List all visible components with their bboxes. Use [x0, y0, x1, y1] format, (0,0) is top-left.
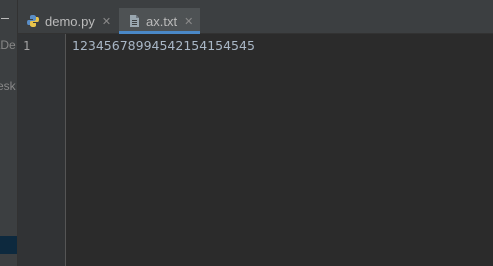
close-icon[interactable]: ✕: [184, 15, 193, 28]
tab-label: ax.txt: [146, 13, 178, 29]
tab-demo-py[interactable]: demo.py ✕: [18, 8, 118, 34]
project-tree-item[interactable]: \De: [0, 38, 16, 52]
project-tree-selected-row[interactable]: [0, 236, 17, 254]
project-tree-item[interactable]: esk: [0, 79, 16, 93]
line-number-gutter[interactable]: 1: [18, 34, 66, 266]
project-panel[interactable]: \De esk: [0, 0, 17, 266]
text-editor[interactable]: 12345678994542154154545: [66, 34, 493, 266]
ide-window: \De esk demo.py ✕: [0, 0, 493, 266]
collapse-icon[interactable]: [1, 18, 9, 19]
tab-label: demo.py: [45, 13, 95, 29]
code-line[interactable]: 12345678994542154154545: [72, 38, 255, 53]
text-file-icon: [127, 14, 141, 28]
editor-tab-bar: demo.py ✕ ax.txt ✕: [18, 0, 493, 34]
tab-ax-txt[interactable]: ax.txt ✕: [119, 8, 200, 34]
close-icon[interactable]: ✕: [102, 15, 111, 28]
line-number: 1: [23, 39, 31, 53]
python-file-icon: [26, 14, 40, 28]
